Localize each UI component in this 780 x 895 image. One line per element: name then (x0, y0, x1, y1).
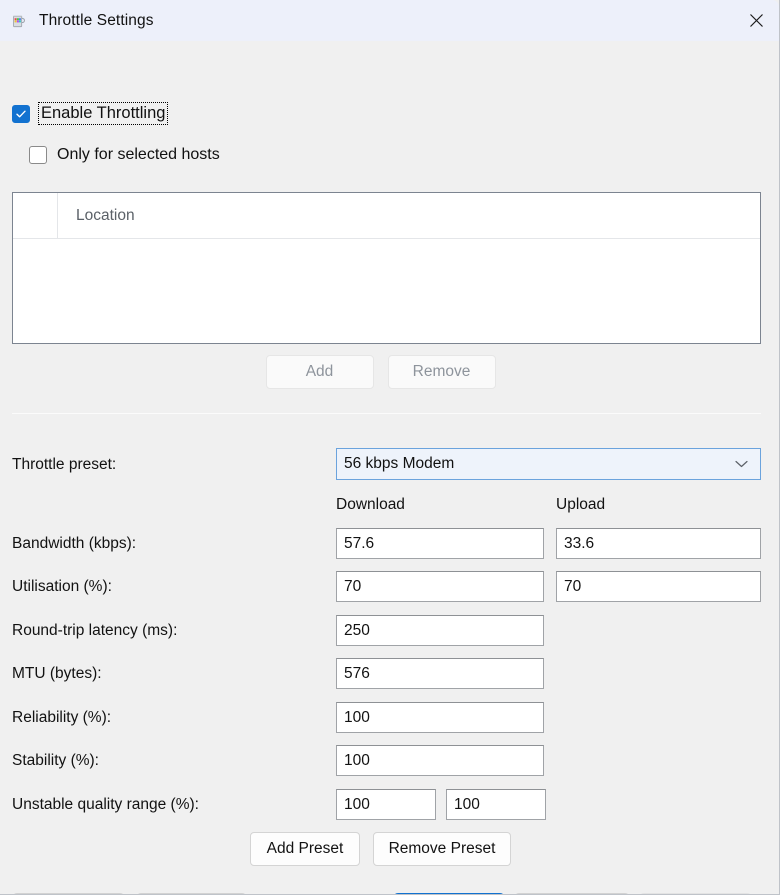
only-selected-hosts-checkbox[interactable] (29, 146, 47, 164)
reliability-label: Reliability (%): (12, 709, 112, 726)
utilisation-download-input[interactable]: 70 (336, 571, 544, 602)
add-preset-button[interactable]: Add Preset (250, 832, 360, 866)
close-button[interactable] (733, 0, 779, 41)
round-trip-latency-download-input[interactable]: 250 (336, 615, 544, 646)
enable-throttling-checkbox[interactable] (12, 104, 30, 123)
jug-icon (10, 12, 28, 30)
stability-download-input[interactable]: 100 (336, 745, 544, 776)
download-column-header: Download (336, 496, 405, 513)
section-divider (12, 413, 761, 414)
bandwidth-download-input[interactable]: 57.6 (336, 528, 544, 559)
title-bar: Throttle Settings (0, 0, 779, 41)
hosts-list-rows[interactable] (13, 239, 760, 343)
enable-throttling-row[interactable]: Enable Throttling (12, 102, 169, 125)
hosts-list-actions: Add Remove (0, 355, 761, 389)
bandwidth-label: Bandwidth (kbps): (12, 535, 137, 552)
chevron-down-icon (735, 449, 748, 479)
hosts-list-column-location: Location (76, 206, 135, 224)
round-trip-latency-label: Round-trip latency (ms): (12, 622, 178, 639)
remove-preset-button[interactable]: Remove Preset (373, 832, 511, 866)
hosts-list-header: Location (13, 193, 760, 239)
unstable-quality-range-min-input[interactable]: 100 (336, 789, 436, 820)
close-icon (749, 14, 763, 27)
reliability-download-input[interactable]: 100 (336, 702, 544, 733)
window-title: Throttle Settings (39, 11, 154, 29)
bandwidth-upload-input[interactable]: 33.6 (556, 528, 761, 559)
upload-column-header: Upload (556, 496, 606, 513)
throttle-preset-select[interactable]: 56 kbps Modem (336, 448, 761, 480)
unstable-quality-range-max-input[interactable]: 100 (446, 789, 546, 820)
unstable-quality-range-label: Unstable quality range (%): (12, 796, 199, 813)
utilisation-label: Utilisation (%): (12, 578, 112, 595)
enable-throttling-label: Enable Throttling (37, 102, 169, 125)
hosts-list-column-checkbox (13, 193, 58, 238)
check-icon (16, 110, 26, 117)
mtu-label: MTU (bytes): (12, 665, 102, 682)
mtu-download-input[interactable]: 576 (336, 658, 544, 689)
throttle-preset-label: Throttle preset: (12, 456, 117, 473)
add-host-button[interactable]: Add (265, 355, 374, 389)
utilisation-upload-input[interactable]: 70 (556, 571, 761, 602)
preset-actions: Add Preset Remove Preset (0, 832, 761, 866)
hosts-list[interactable]: Location (12, 192, 761, 344)
stability-label: Stability (%): (12, 752, 99, 769)
only-selected-hosts-row[interactable]: Only for selected hosts (29, 146, 220, 164)
throttle-settings-dialog: Throttle Settings Enable Throttling Only… (0, 0, 780, 895)
throttle-preset-value: 56 kbps Modem (344, 455, 455, 472)
only-selected-hosts-label: Only for selected hosts (57, 146, 220, 163)
remove-host-button[interactable]: Remove (387, 355, 496, 389)
